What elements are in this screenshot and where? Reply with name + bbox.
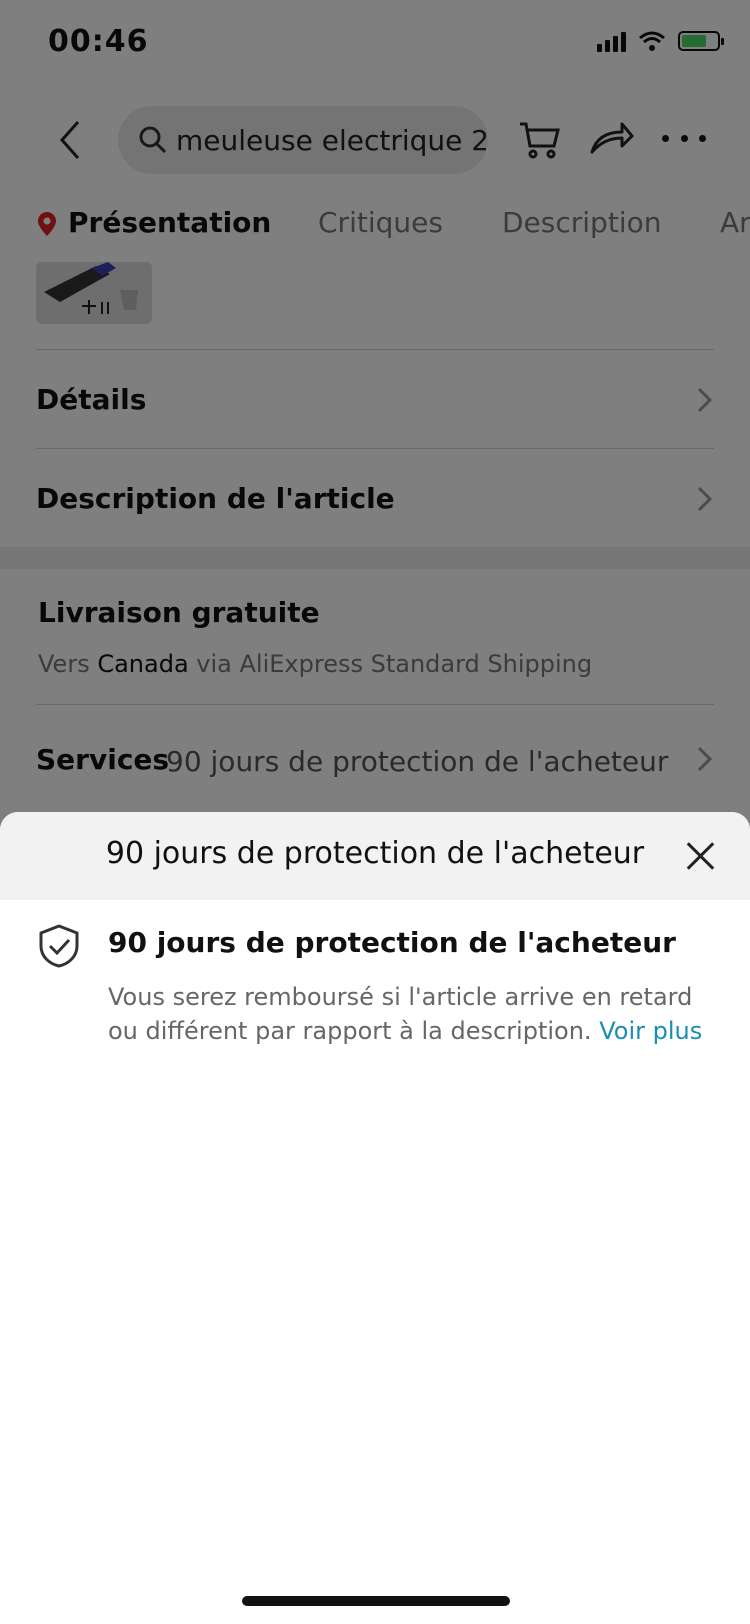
close-button[interactable]: [680, 836, 720, 876]
shield-check-icon: [39, 924, 79, 968]
buyer-protection-sheet: 90 jours de protection de l'acheteur 90 …: [0, 812, 750, 1624]
home-indicator: [242, 1596, 510, 1606]
protection-title: 90 jours de protection de l'acheteur: [108, 926, 676, 959]
see-more-link[interactable]: Voir plus: [599, 1017, 702, 1045]
sheet-header: 90 jours de protection de l'acheteur: [0, 812, 750, 900]
sheet-title: 90 jours de protection de l'acheteur: [105, 836, 645, 871]
protection-description: Vous serez remboursé si l'article arrive…: [108, 980, 728, 1048]
